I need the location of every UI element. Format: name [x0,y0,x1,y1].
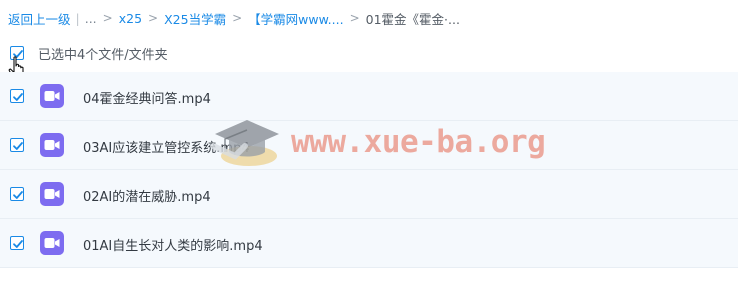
breadcrumb-separator: > [102,11,113,25]
file-row[interactable]: 01AI自生长对人类的影响.mp4 [0,219,738,268]
breadcrumb-divider: | [75,10,80,26]
check-icon [13,191,23,199]
row-checkbox[interactable] [10,187,24,201]
video-file-icon [40,84,64,108]
row-checkbox[interactable] [10,89,24,103]
back-link[interactable]: 返回上一级 [8,9,71,28]
file-name[interactable]: 03AI应该建立管控系统.mp4 [83,137,250,156]
file-name[interactable]: 01AI自生长对人类的影响.mp4 [83,235,263,254]
breadcrumb: 返回上一级 | ... > x25 > X25当学霸 > 【学霸网www....… [8,9,460,27]
breadcrumb-item-x25-xueba[interactable]: X25当学霸 [164,9,226,28]
breadcrumb-separator: > [232,11,243,25]
file-row[interactable]: 03AI应该建立管控系统.mp4 [0,121,738,170]
check-icon [13,93,23,101]
file-list: 04霍金经典问答.mp4 03AI应该建立管控系统.mp4 02AI的潜在威胁.… [0,72,738,268]
breadcrumb-item-xueba-site[interactable]: 【学霸网www.... [248,9,343,28]
file-row[interactable]: 04霍金经典问答.mp4 [0,72,738,121]
file-row[interactable]: 02AI的潜在威胁.mp4 [0,170,738,219]
row-checkbox[interactable] [10,138,24,152]
check-icon [13,142,23,150]
file-name[interactable]: 04霍金经典问答.mp4 [83,88,211,107]
breadcrumb-separator: > [349,11,360,25]
video-file-icon [40,231,64,255]
breadcrumb-separator: > [148,11,159,25]
file-browser: 返回上一级 | ... > x25 > X25当学霸 > 【学霸网www....… [0,0,738,285]
check-icon [13,240,23,248]
select-all-row: 已选中4个文件/文件夹 [10,44,168,63]
file-name[interactable]: 02AI的潜在威胁.mp4 [83,186,211,205]
video-file-icon [40,182,64,206]
breadcrumb-current-folder: 01霍金《霍金·... [365,11,460,27]
selection-count-label: 已选中4个文件/文件夹 [38,47,168,63]
row-checkbox[interactable] [10,236,24,250]
breadcrumb-item-x25[interactable]: x25 [119,11,142,26]
breadcrumb-ellipsis[interactable]: ... [85,11,97,26]
video-file-icon [40,133,64,157]
